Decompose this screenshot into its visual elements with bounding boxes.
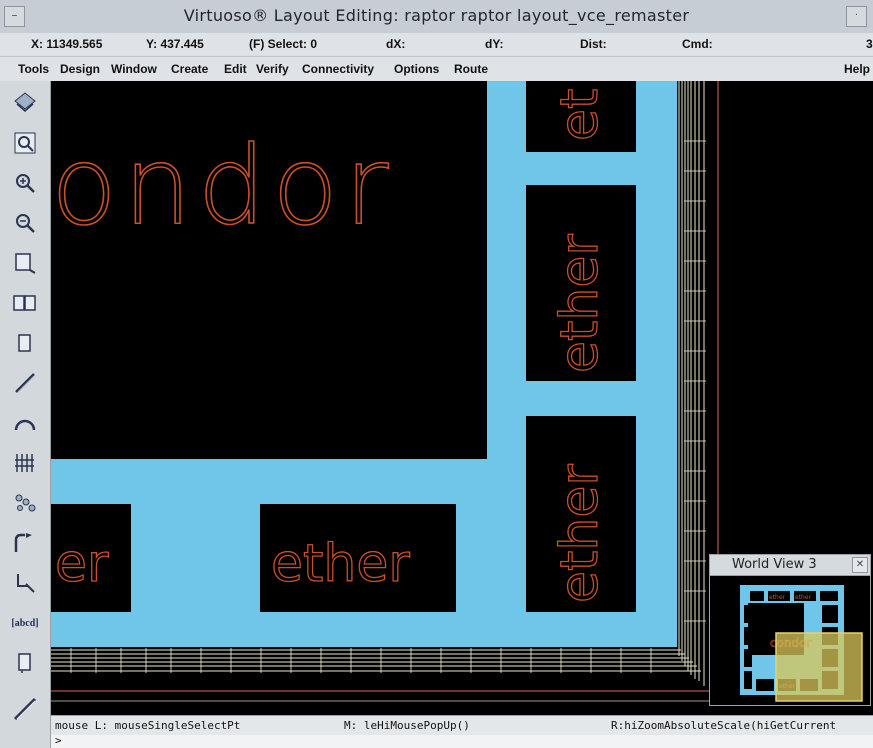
- mouse-right-binding: R:hiZoomAbsoluteScale(hiGetCurrent: [611, 719, 837, 732]
- ether-label-low: ether: [550, 464, 610, 603]
- menu-connectivity[interactable]: Connectivity: [302, 62, 374, 76]
- arc-icon[interactable]: [8, 407, 42, 439]
- menu-tools[interactable]: Tools: [18, 62, 49, 76]
- tool-palette: [abcd]: [0, 81, 51, 748]
- routing-lines-vertical: [678, 81, 705, 686]
- command-line[interactable]: >: [51, 734, 873, 748]
- mouse-left-binding: mouse L: mouseSingleSelectPt: [55, 719, 241, 732]
- zoom-in-icon[interactable]: [8, 167, 42, 199]
- mini-ether-label-1: ether: [769, 594, 786, 601]
- wire-icon[interactable]: [8, 527, 42, 559]
- command-prompt: >: [55, 734, 62, 747]
- menu-design[interactable]: Design: [60, 62, 100, 76]
- label-tool-text: [abcd]: [11, 617, 39, 629]
- title-bar: – Virtuoso® Layout Editing: raptor rapto…: [0, 0, 873, 34]
- stretch-icon[interactable]: [8, 247, 42, 279]
- menu-edit[interactable]: Edit: [224, 62, 247, 76]
- routing-ticks-bottom: [70, 648, 652, 673]
- menu-window[interactable]: Window: [111, 62, 157, 76]
- rectangle-icon[interactable]: [8, 327, 42, 359]
- y-coordinate: Y: 437.445: [146, 37, 204, 51]
- label-icon[interactable]: [abcd]: [8, 607, 42, 639]
- select-area-icon[interactable]: [8, 567, 42, 599]
- status-overflow: 3: [866, 37, 873, 51]
- properties-icon[interactable]: [8, 647, 42, 679]
- coordinate-status-bar: X: 11349.565 Y: 437.445 (F) Select: 0 dX…: [0, 33, 873, 55]
- ether-label-bottom: ether: [271, 534, 410, 594]
- window-title: Virtuoso® Layout Editing: raptor raptor …: [183, 6, 690, 25]
- world-view-window[interactable]: World View 3 ✕ ether ether ether condor: [709, 554, 871, 706]
- close-icon[interactable]: ✕: [852, 557, 868, 573]
- menu-help[interactable]: Help: [844, 62, 870, 76]
- zoom-fit-icon[interactable]: [8, 127, 42, 159]
- pin-array-icon[interactable]: [8, 447, 42, 479]
- ether-label-top: et: [550, 89, 610, 141]
- er-label: er: [55, 534, 109, 594]
- world-view-map: ether ether ether condor: [740, 585, 863, 702]
- delta-y: dY:: [485, 37, 504, 51]
- ether-label-mid: ether: [550, 234, 610, 373]
- distance: Dist:: [580, 37, 607, 51]
- instance-icon[interactable]: [8, 487, 42, 519]
- routing-lines-horizontal: [51, 649, 701, 672]
- mouse-status-bar: mouse L: mouseSingleSelectPt M: leHiMous…: [51, 715, 873, 735]
- layers-icon[interactable]: [8, 87, 42, 119]
- path-icon[interactable]: [8, 367, 42, 399]
- menu-options[interactable]: Options: [394, 62, 439, 76]
- world-view-title-bar: World View 3 ✕: [710, 555, 870, 576]
- viewport-highlight[interactable]: [775, 632, 863, 702]
- delta-x: dX:: [386, 37, 406, 51]
- minimize-button[interactable]: ·: [846, 6, 867, 27]
- zoom-out-icon[interactable]: [8, 207, 42, 239]
- menu-route[interactable]: Route: [454, 62, 488, 76]
- menu-verify[interactable]: Verify: [256, 62, 289, 76]
- big-text-label: ondor: [51, 124, 395, 249]
- mouse-middle-binding: M: leHiMousePopUp(): [344, 719, 470, 732]
- menu-bar: Tools Design Window Create Edit Verify C…: [0, 56, 873, 82]
- menu-create[interactable]: Create: [171, 62, 208, 76]
- select-count: (F) Select: 0: [249, 37, 318, 51]
- mini-ether-label-2: ether: [795, 594, 812, 601]
- world-view-title: World View 3: [732, 557, 817, 572]
- ruler-icon[interactable]: [8, 693, 42, 725]
- x-coordinate: X: 11349.565: [31, 37, 103, 51]
- copy-icon[interactable]: [8, 287, 42, 319]
- command-indicator: Cmd:: [682, 37, 713, 51]
